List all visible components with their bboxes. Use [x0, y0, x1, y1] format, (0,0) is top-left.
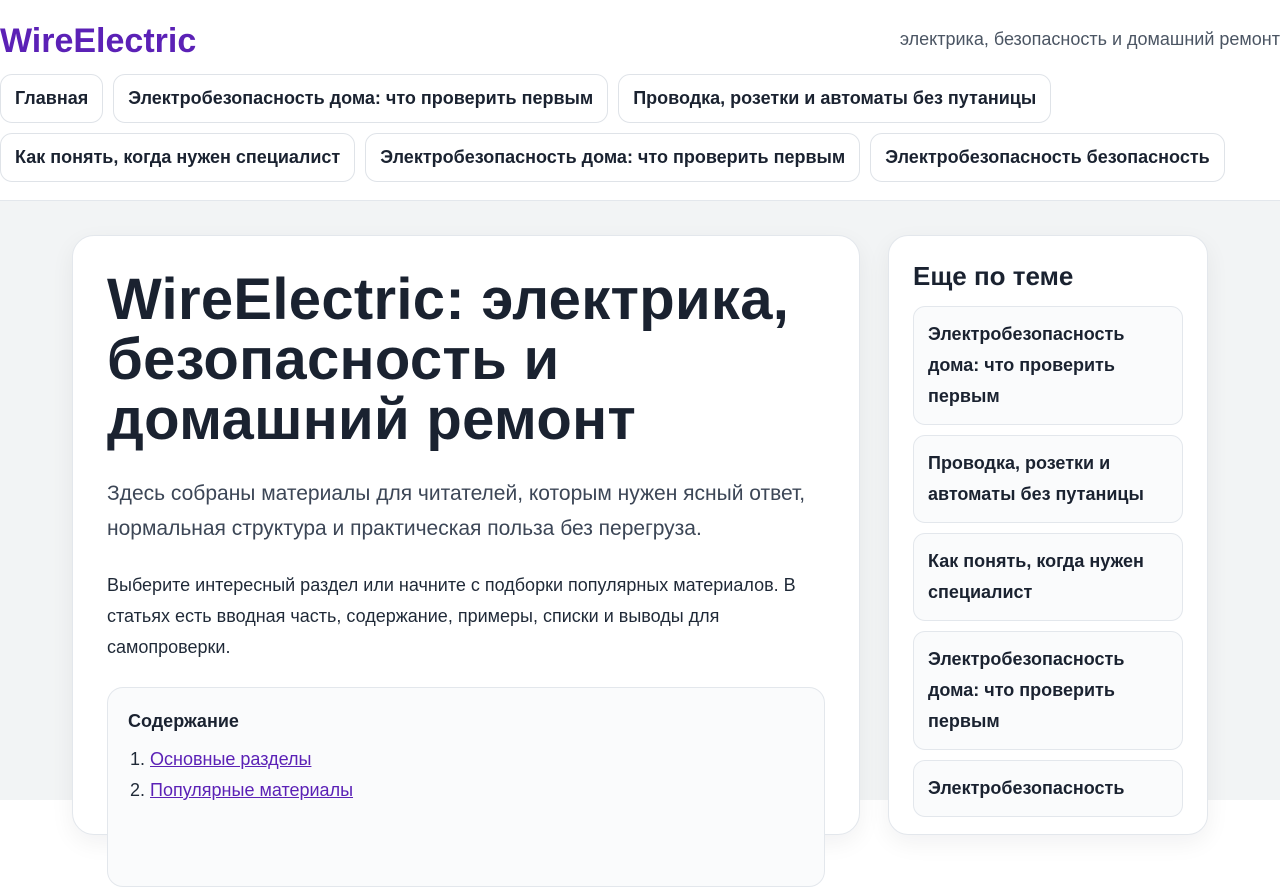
toc-link-popular[interactable]: Популярные материалы [150, 780, 353, 800]
related-link[interactable]: Электробезопасность [913, 760, 1183, 817]
lead-paragraph: Здесь собраны материалы для читателей, к… [107, 482, 806, 540]
page-title: WireElectric: электрика, безопасность и … [107, 267, 790, 452]
toc-title: Содержание [128, 711, 239, 731]
table-of-contents: Содержание Основные разделы Популярные м… [107, 687, 825, 887]
nav-row: Главная Электробезопасность дома: что пр… [0, 74, 1280, 123]
nav-item-specialist[interactable]: Как понять, когда нужен специалист [0, 133, 356, 182]
nav-item-wiring[interactable]: Проводка, розетки и автоматы без путаниц… [618, 74, 1052, 123]
related-sidebar: Еще по теме Электробезопасность дома: чт… [888, 235, 1208, 835]
related-link[interactable]: Как понять, когда нужен специалист [913, 533, 1183, 621]
nav-item-home[interactable]: Главная [0, 74, 104, 123]
main-article-card: WireElectric: электрика, безопасность и … [72, 235, 860, 887]
nav-item-electrical-safety-2[interactable]: Электробезопасность дома: что проверить … [365, 133, 861, 182]
site-tagline: электрика, безопасность и домашний ремон… [899, 29, 1280, 49]
intro-paragraph: Выберите интересный раздел или начните с… [107, 575, 796, 657]
toc-list: Основные разделы Популярные материалы [128, 744, 804, 806]
nav-item-electrical-safety[interactable]: Электробезопасность дома: что проверить … [113, 74, 609, 123]
related-list: Электробезопасность дома: что проверить … [913, 306, 1183, 817]
nav-item-safety[interactable]: Электробезопасность безопасность [870, 133, 1225, 182]
main-nav: Главная Электробезопасность дома: что пр… [0, 74, 1280, 192]
sidebar-title: Еще по теме [913, 261, 1074, 291]
toc-link-main-sections[interactable]: Основные разделы [150, 749, 311, 769]
nav-row: Как понять, когда нужен специалист Элект… [0, 133, 1280, 182]
site-header: WireElectric электрика, безопасность и д… [0, 0, 1280, 201]
toc-item: Популярные материалы [150, 775, 804, 806]
related-link[interactable]: Электробезопасность дома: что проверить … [913, 631, 1183, 750]
toc-item: Основные разделы [150, 744, 804, 775]
related-link[interactable]: Проводка, розетки и автоматы без путаниц… [913, 435, 1183, 523]
related-link[interactable]: Электробезопасность дома: что проверить … [913, 306, 1183, 425]
brand-logo-link[interactable]: WireElectric [0, 21, 196, 61]
